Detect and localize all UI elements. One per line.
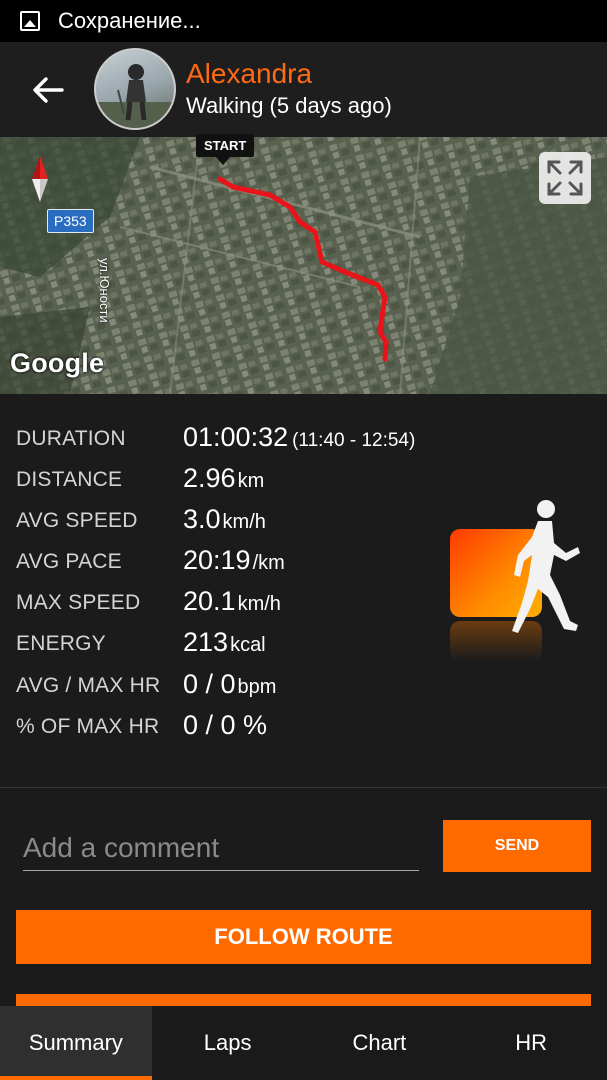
compass-icon[interactable] [30,156,50,202]
stat-avg-speed: AVG SPEED 3.0 km/h [0,500,440,541]
image-icon [20,11,40,31]
tab-hr[interactable]: HR [455,1006,607,1080]
tab-chart[interactable]: Chart [304,1006,456,1080]
tab-laps[interactable]: Laps [152,1006,304,1080]
street-label: ул.Юности [97,258,112,323]
avatar[interactable] [94,48,176,130]
stat-distance: DISTANCE 2.96 km [0,459,440,500]
stat-label: ENERGY [16,632,106,655]
stat-value: 01:00:32 (11:40 - 12:54) [183,422,416,452]
bottom-tab-bar: Summary Laps Chart HR [0,1006,607,1080]
status-text: Сохранение... [58,8,201,33]
stat-value: 213 kcal [183,627,266,657]
walking-activity-icon [450,500,580,661]
stat-value: 3.0 km/h [183,504,266,534]
stat-label: AVG PACE [16,550,122,573]
stat-label: % OF MAX HR [16,715,160,738]
activity-header: Alexandra Walking (5 days ago) [0,42,607,137]
send-button[interactable]: SEND [443,820,591,872]
stat-value: 0 / 0 % [183,710,268,740]
fullscreen-button[interactable] [539,152,591,204]
google-logo: Google [10,348,105,378]
activity-subtitle: Walking (5 days ago) [186,93,392,118]
tab-summary[interactable]: Summary [0,1006,152,1080]
comment-input[interactable] [23,826,419,871]
avatar-person-icon [96,64,174,128]
stat-value: 0 / 0 bpm [183,669,277,699]
stat-value: 20.1 km/h [183,586,281,616]
stat-label: AVG SPEED [16,509,138,532]
status-bar: Сохранение... [0,0,607,42]
road-badge: Р353 [47,209,94,233]
follow-route-button[interactable]: FOLLOW ROUTE [16,910,591,964]
stat-max-speed: MAX SPEED 20.1 km/h [0,582,440,623]
divider [0,787,607,788]
stat-percent-max-hr: % OF MAX HR 0 / 0 % [0,706,440,747]
back-arrow-icon[interactable] [30,72,66,108]
stat-label: DURATION [16,427,126,450]
stat-label: AVG / MAX HR [16,674,161,697]
stat-value: 20:19/km [183,545,285,575]
stat-label: MAX SPEED [16,591,141,614]
fullscreen-icon [547,160,583,196]
stat-label: DISTANCE [16,468,123,491]
user-name[interactable]: Alexandra [186,58,312,90]
stat-energy: ENERGY 213 kcal [0,623,440,664]
stat-duration: DURATION 01:00:32 (11:40 - 12:54) [0,418,440,459]
stat-avg-pace: AVG PACE 20:19/km [0,541,440,582]
stat-avg-max-hr: AVG / MAX HR 0 / 0 bpm [0,665,440,706]
start-marker: START [196,134,255,165]
stat-value: 2.96 km [183,463,265,493]
